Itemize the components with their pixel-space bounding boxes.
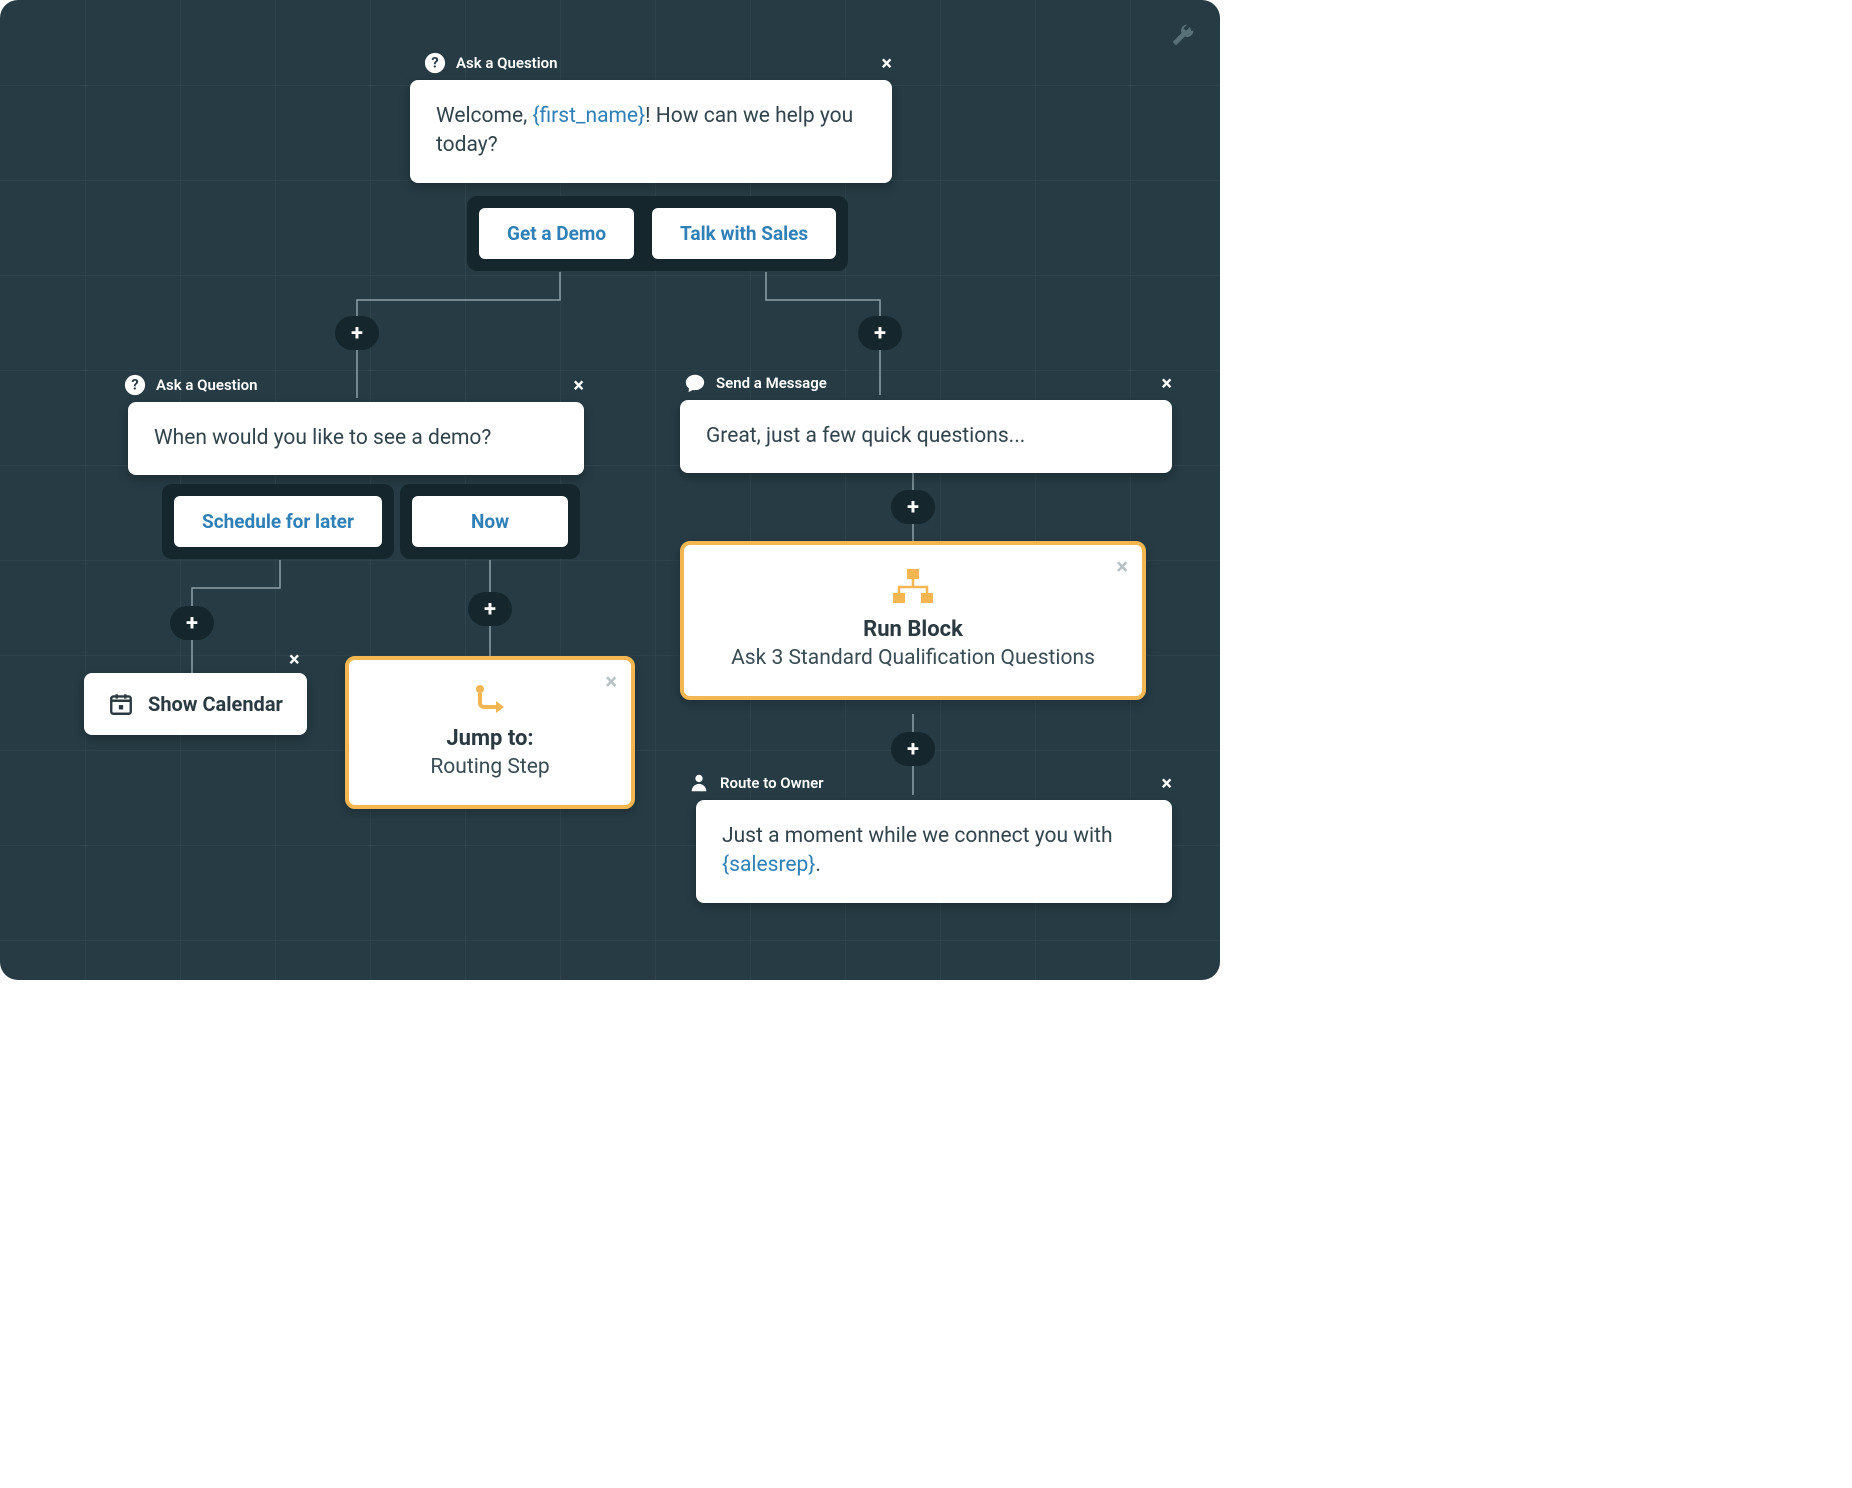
svg-text:?: ?: [131, 376, 138, 394]
action-subtitle: Routing Step: [379, 755, 601, 779]
question-card-q1[interactable]: Welcome, {first_name}! How can we help y…: [410, 80, 892, 183]
node-header-msg1: Send a Message ×: [684, 372, 1172, 394]
add-step-button[interactable]: +: [468, 592, 512, 626]
close-icon[interactable]: ×: [1161, 371, 1172, 395]
node-header-q2: ? Ask a Question ×: [124, 374, 584, 396]
jump-icon: [472, 684, 508, 720]
flow-canvas[interactable]: ? Ask a Question × Welcome, {first_name}…: [0, 0, 1220, 980]
close-icon[interactable]: ×: [573, 373, 584, 397]
show-calendar-card[interactable]: Show Calendar: [84, 673, 307, 735]
text-segment: .: [815, 853, 821, 877]
options-bar-q1: Get a Demo Talk with Sales: [467, 196, 848, 271]
variable-token: {salesrep}: [722, 853, 815, 877]
text-segment: Welcome,: [436, 104, 532, 128]
add-step-button[interactable]: +: [891, 490, 935, 524]
add-step-button[interactable]: +: [335, 316, 379, 350]
node-header-route1: Route to Owner ×: [688, 772, 1172, 794]
person-icon: [688, 772, 710, 794]
variable-token: {first_name}: [532, 104, 645, 128]
option-get-a-demo[interactable]: Get a Demo: [479, 208, 634, 259]
question-icon: ?: [124, 374, 146, 396]
close-icon[interactable]: ×: [881, 51, 892, 75]
node-type-label: Send a Message: [716, 374, 827, 392]
flow-block-icon: [891, 569, 935, 611]
close-icon[interactable]: ×: [289, 647, 300, 671]
route-card[interactable]: Just a moment while we connect you with …: [696, 800, 1172, 903]
node-type-label: Route to Owner: [720, 774, 824, 792]
close-icon[interactable]: ×: [1161, 771, 1172, 795]
settings-icon[interactable]: [1166, 22, 1196, 52]
option-wrap: Schedule for later: [162, 484, 394, 559]
card-text: Great, just a few quick questions...: [706, 424, 1025, 448]
chat-bubble-icon: [684, 372, 706, 394]
jump-to-card[interactable]: × Jump to: Routing Step: [345, 656, 635, 809]
close-icon[interactable]: ×: [1116, 555, 1128, 580]
option-schedule-later[interactable]: Schedule for later: [174, 496, 382, 547]
action-title: Run Block: [714, 617, 1112, 642]
action-subtitle: Ask 3 Standard Qualification Questions: [714, 646, 1112, 670]
action-title: Jump to:: [379, 726, 601, 751]
question-card-q2[interactable]: When would you like to see a demo?: [128, 402, 584, 475]
calendar-icon: [108, 691, 134, 717]
text-segment: Just a moment while we connect you with: [722, 824, 1113, 848]
add-step-button[interactable]: +: [170, 606, 214, 640]
option-now[interactable]: Now: [412, 496, 568, 547]
card-text: When would you like to see a demo?: [154, 426, 491, 450]
option-wrap: Now: [400, 484, 580, 559]
question-icon: ?: [424, 52, 446, 74]
calendar-label: Show Calendar: [148, 692, 283, 716]
svg-text:?: ?: [431, 54, 438, 72]
option-talk-with-sales[interactable]: Talk with Sales: [652, 208, 836, 259]
node-type-label: Ask a Question: [156, 376, 257, 394]
run-block-card[interactable]: × Run Block Ask 3 Standard Qualification…: [680, 541, 1146, 700]
node-type-label: Ask a Question: [456, 54, 557, 72]
add-step-button[interactable]: +: [858, 316, 902, 350]
node-header-q1: ? Ask a Question ×: [424, 52, 892, 74]
message-card-msg1[interactable]: Great, just a few quick questions...: [680, 400, 1172, 473]
add-step-button[interactable]: +: [891, 732, 935, 766]
close-icon[interactable]: ×: [605, 670, 617, 695]
